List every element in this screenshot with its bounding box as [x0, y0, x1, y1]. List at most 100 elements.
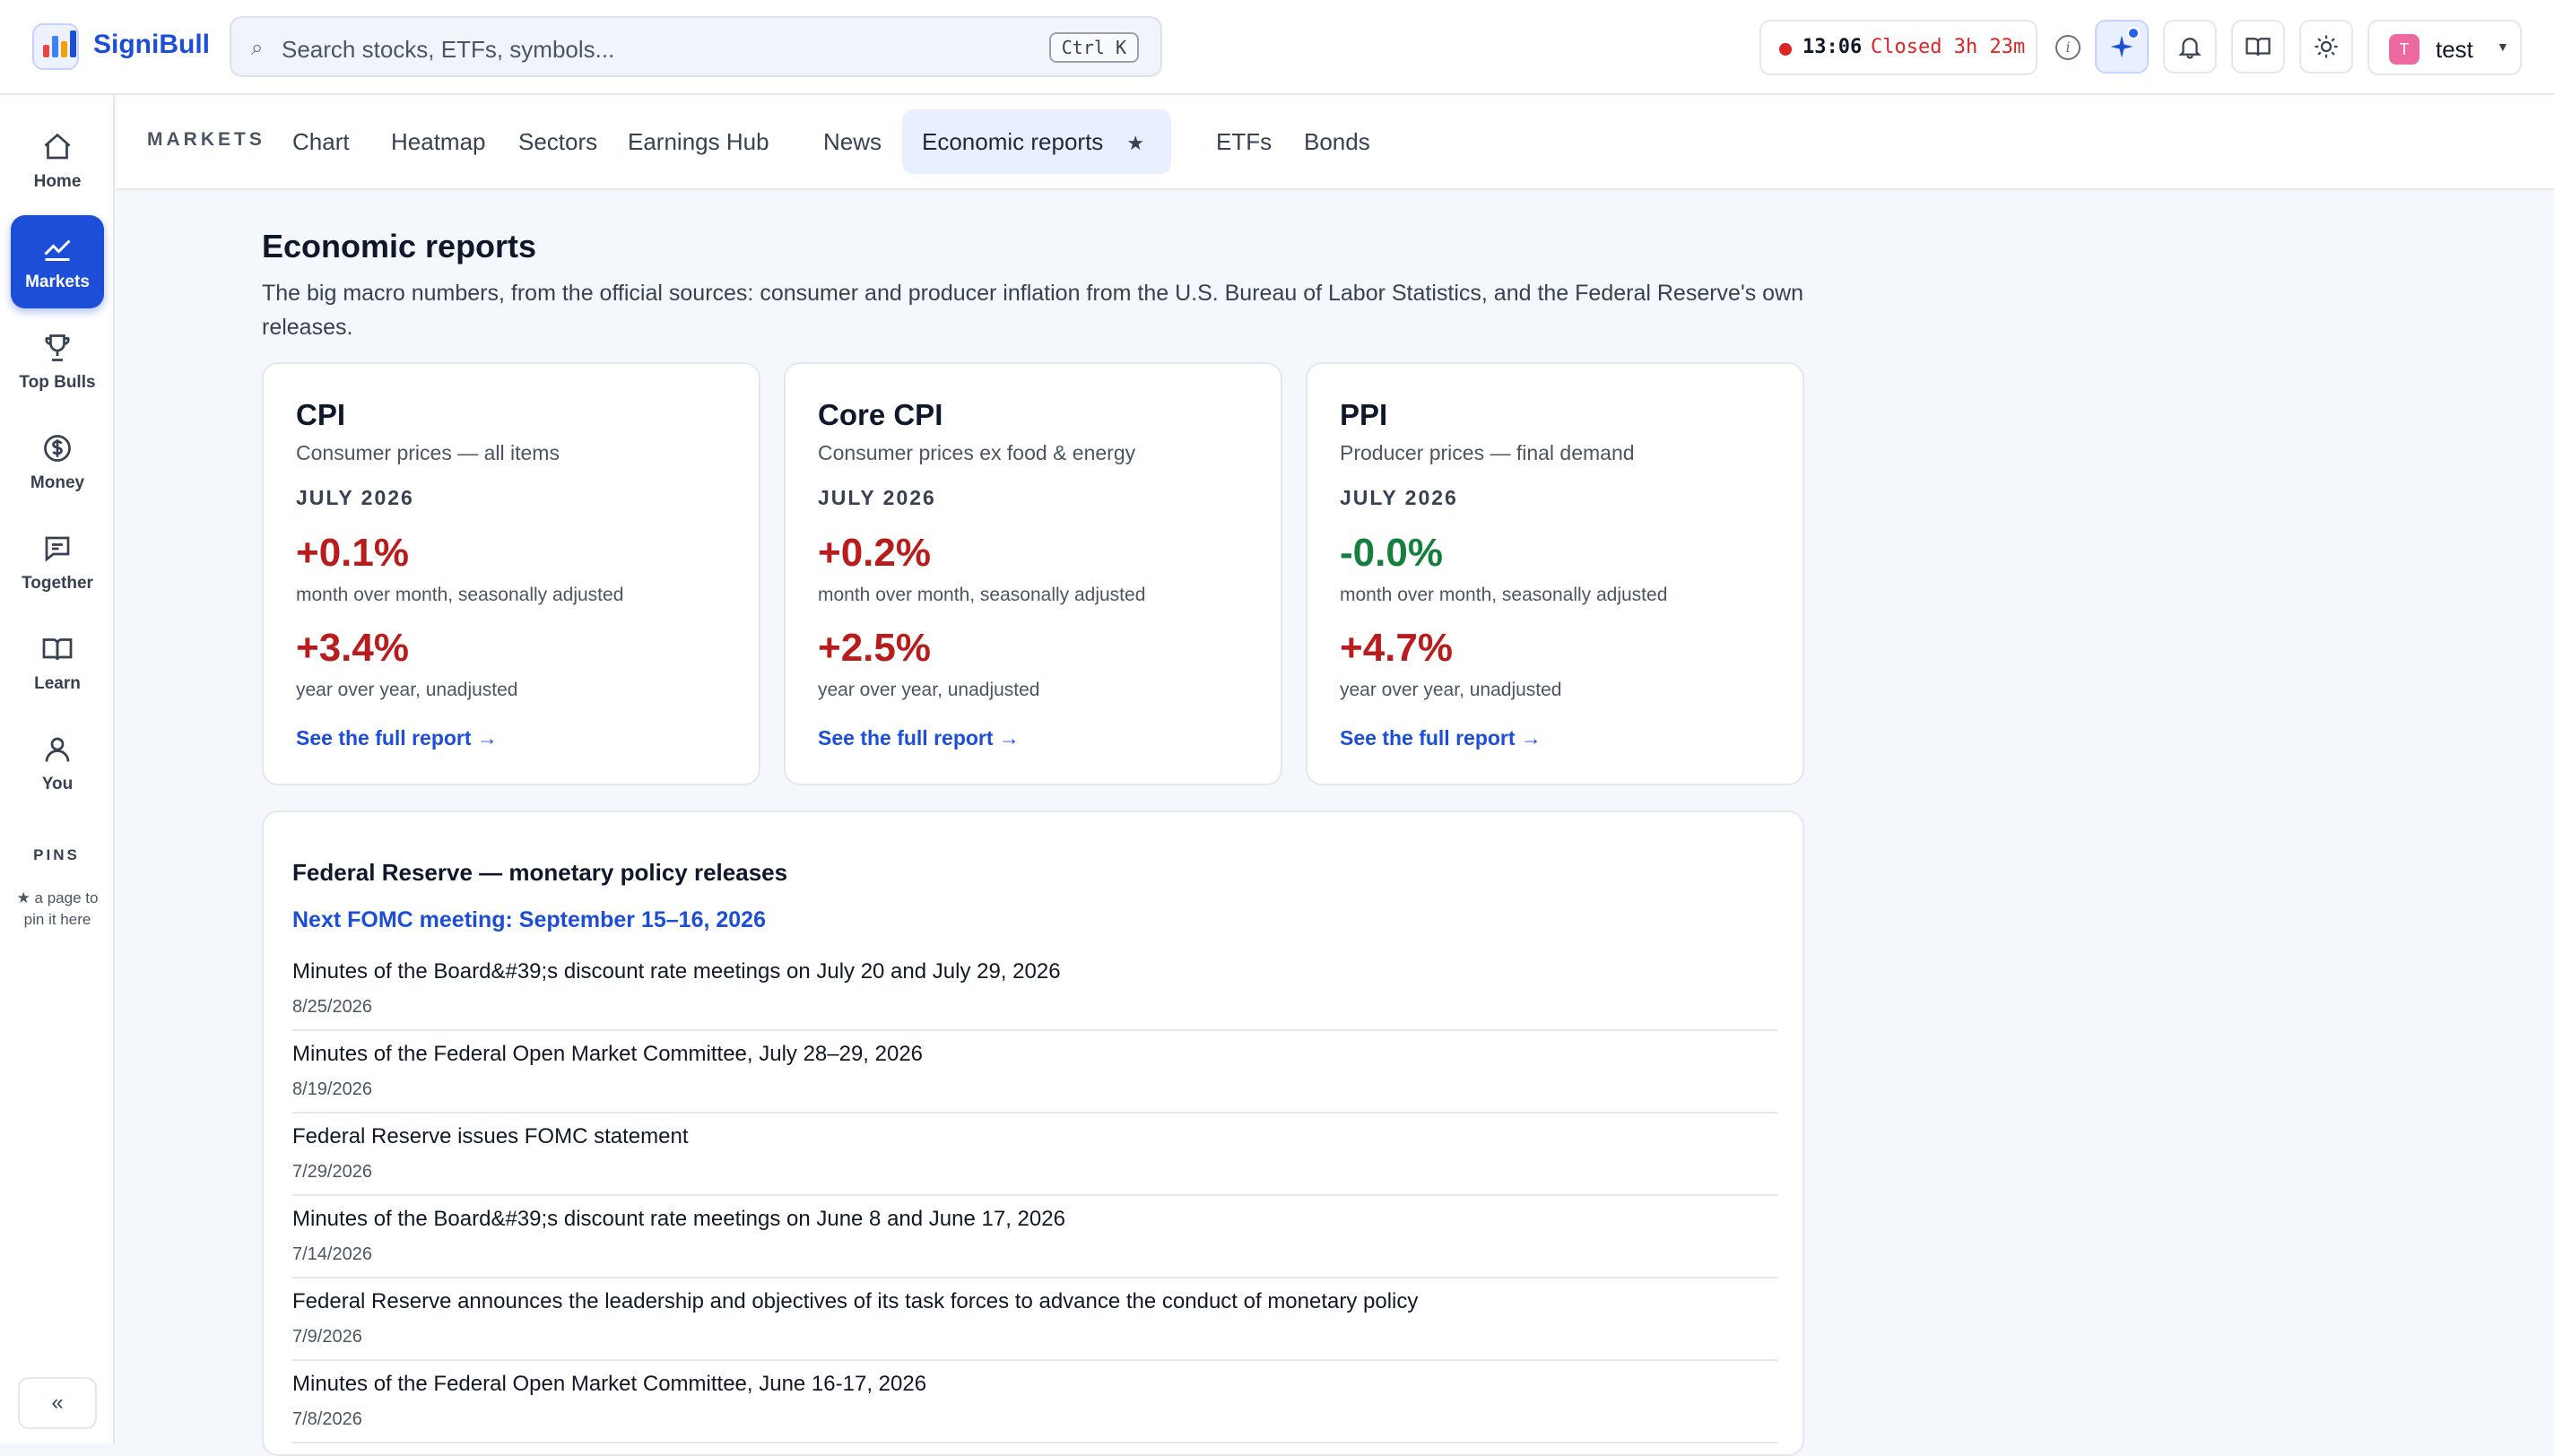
- logo-icon[interactable]: [32, 23, 79, 70]
- pins-hint: ★ a page to pin it here: [16, 889, 99, 928]
- tab-earnings-hub[interactable]: Earnings Hub: [608, 109, 789, 174]
- top-bar: SigniBull ⌕ Search stocks, ETFs, symbols…: [0, 0, 2554, 95]
- card-yoy-value: +3.4%: [296, 626, 409, 670]
- tab-sectors[interactable]: Sectors: [499, 109, 617, 174]
- card-mom-note: month over month, seasonally adjusted: [296, 585, 624, 605]
- sidebar: Home Markets Top Bulls Money Together Le…: [0, 95, 115, 1443]
- fed-panel-title: Federal Reserve — monetary policy releas…: [292, 859, 788, 886]
- reading-button[interactable]: [2231, 20, 2285, 74]
- full-report-link[interactable]: See the full report →: [1340, 726, 1542, 750]
- subnav-title: MARKETS: [147, 129, 265, 150]
- notification-dot-icon: [2127, 27, 2140, 39]
- release-date: 8/25/2026: [292, 997, 372, 1017]
- home-icon: [44, 133, 71, 160]
- search-input[interactable]: ⌕ Search stocks, ETFs, symbols... Ctrl K: [230, 16, 1162, 77]
- sidebar-item-top-bulls[interactable]: Top Bulls: [11, 316, 104, 409]
- search-placeholder: Search stocks, ETFs, symbols...: [282, 36, 615, 63]
- release-title[interactable]: Federal Reserve announces the leadership…: [292, 1289, 1777, 1314]
- app-name[interactable]: SigniBull: [93, 30, 210, 60]
- theme-toggle-button[interactable]: [2299, 20, 2353, 74]
- card-subtitle: Consumer prices — all items: [296, 441, 560, 464]
- sun-icon: [2315, 35, 2338, 58]
- page-description: The big macro numbers, from the official…: [262, 281, 1804, 340]
- pins-title: PINS: [33, 846, 80, 863]
- search-shortcut: Ctrl K: [1048, 32, 1139, 63]
- list-item[interactable]: Federal Reserve announces the leadership…: [292, 1278, 1777, 1361]
- card-period: JULY 2026: [818, 486, 936, 509]
- market-closed-dot-icon: [1779, 43, 1792, 56]
- tab-heatmap[interactable]: Heatmap: [371, 109, 506, 174]
- card-mom-value: +0.2%: [818, 531, 931, 575]
- coin-icon: [44, 435, 71, 462]
- sidebar-item-together[interactable]: Together: [11, 516, 104, 610]
- card-title: Core CPI: [818, 398, 943, 431]
- release-date: 7/8/2026: [292, 1409, 362, 1429]
- list-item[interactable]: Minutes of the Federal Open Market Commi…: [292, 1031, 1777, 1114]
- user-icon: [45, 737, 70, 762]
- market-time: 13:06: [1803, 36, 1863, 58]
- list-item[interactable]: Minutes of the Board&#39;s discount rate…: [292, 1196, 1777, 1278]
- card-period: JULY 2026: [1340, 486, 1458, 509]
- release-title[interactable]: Minutes of the Board&#39;s discount rate…: [292, 1207, 1777, 1232]
- tab-economic-reports[interactable]: Economic reports ★: [902, 109, 1171, 174]
- release-date: 7/29/2026: [292, 1162, 372, 1182]
- tab-chart[interactable]: Chart: [273, 109, 369, 174]
- card-period: JULY 2026: [296, 486, 414, 509]
- release-title[interactable]: Minutes of the Federal Open Market Commi…: [292, 1042, 1777, 1067]
- sidebar-item-label: Together: [22, 574, 93, 593]
- market-status[interactable]: 13:06 Closed 3h 23m: [1759, 20, 2037, 75]
- avatar: T: [2389, 34, 2419, 65]
- sidebar-item-you[interactable]: You: [11, 717, 104, 810]
- release-title[interactable]: Minutes of the Board&#39;s discount rate…: [292, 959, 1777, 984]
- card-title: CPI: [296, 398, 346, 431]
- card-yoy-value: +2.5%: [818, 626, 931, 670]
- fed-releases-panel: Federal Reserve — monetary policy releas…: [262, 810, 1804, 1456]
- release-title[interactable]: Federal Reserve issues FOMC statement: [292, 1124, 1777, 1149]
- ai-assistant-button[interactable]: [2095, 20, 2149, 74]
- card-mom-note: month over month, seasonally adjusted: [1340, 585, 1668, 605]
- page-title: Economic reports: [262, 228, 537, 264]
- list-item[interactable]: Minutes of the Federal Open Market Commi…: [292, 1361, 1777, 1443]
- list-item[interactable]: Federal Reserve issues FOMC statement 7/…: [292, 1114, 1777, 1196]
- tab-news[interactable]: News: [804, 109, 901, 174]
- notifications-button[interactable]: [2163, 20, 2217, 74]
- card-yoy-value: +4.7%: [1340, 626, 1453, 670]
- release-date: 7/14/2026: [292, 1244, 372, 1264]
- card-mom-note: month over month, seasonally adjusted: [818, 585, 1146, 605]
- market-state: Closed 3h 23m: [1871, 36, 2026, 58]
- sidebar-item-label: Markets: [25, 273, 90, 291]
- collapse-sidebar-button[interactable]: «: [18, 1377, 97, 1429]
- fed-release-list: Minutes of the Board&#39;s discount rate…: [292, 949, 1777, 1443]
- card-yoy-note: year over year, unadjusted: [1340, 680, 1562, 700]
- card-mom-value: +0.1%: [296, 531, 409, 575]
- sidebar-item-label: Learn: [34, 674, 81, 693]
- sidebar-item-money[interactable]: Money: [11, 416, 104, 509]
- report-card-core-cpi: Core CPI Consumer prices ex food & energ…: [784, 362, 1282, 785]
- chat-icon: [45, 536, 70, 562]
- list-item[interactable]: Minutes of the Board&#39;s discount rate…: [292, 949, 1777, 1031]
- sidebar-item-home[interactable]: Home: [11, 115, 104, 208]
- sidebar-item-learn[interactable]: Learn: [11, 617, 104, 710]
- info-icon[interactable]: i: [2055, 35, 2081, 60]
- sidebar-item-markets[interactable]: Markets: [11, 215, 104, 308]
- trophy-icon: [45, 334, 70, 361]
- full-report-link[interactable]: See the full report →: [818, 726, 1020, 750]
- full-report-link[interactable]: See the full report →: [296, 726, 498, 750]
- release-title[interactable]: Minutes of the Federal Open Market Commi…: [292, 1372, 1777, 1397]
- user-menu-button[interactable]: T test ▼: [2367, 20, 2522, 75]
- report-card-cpi: CPI Consumer prices — all items JULY 202…: [262, 362, 760, 785]
- card-mom-value: -0.0%: [1340, 531, 1443, 575]
- tab-bonds[interactable]: Bonds: [1284, 109, 1390, 174]
- pin-star-icon[interactable]: ★: [1126, 132, 1144, 154]
- book-open-icon: [2246, 38, 2271, 56]
- book-icon: [42, 638, 73, 661]
- sidebar-item-label: You: [41, 775, 74, 793]
- bell-icon: [2178, 38, 2202, 59]
- card-yoy-note: year over year, unadjusted: [818, 680, 1040, 700]
- card-subtitle: Producer prices — final demand: [1340, 441, 1635, 464]
- search-icon: ⌕: [251, 36, 264, 60]
- next-fomc-link[interactable]: Next FOMC meeting: September 15–16, 2026: [292, 907, 766, 933]
- card-subtitle: Consumer prices ex food & energy: [818, 441, 1136, 464]
- release-date: 7/9/2026: [292, 1327, 362, 1347]
- tab-etfs[interactable]: ETFs: [1196, 109, 1291, 174]
